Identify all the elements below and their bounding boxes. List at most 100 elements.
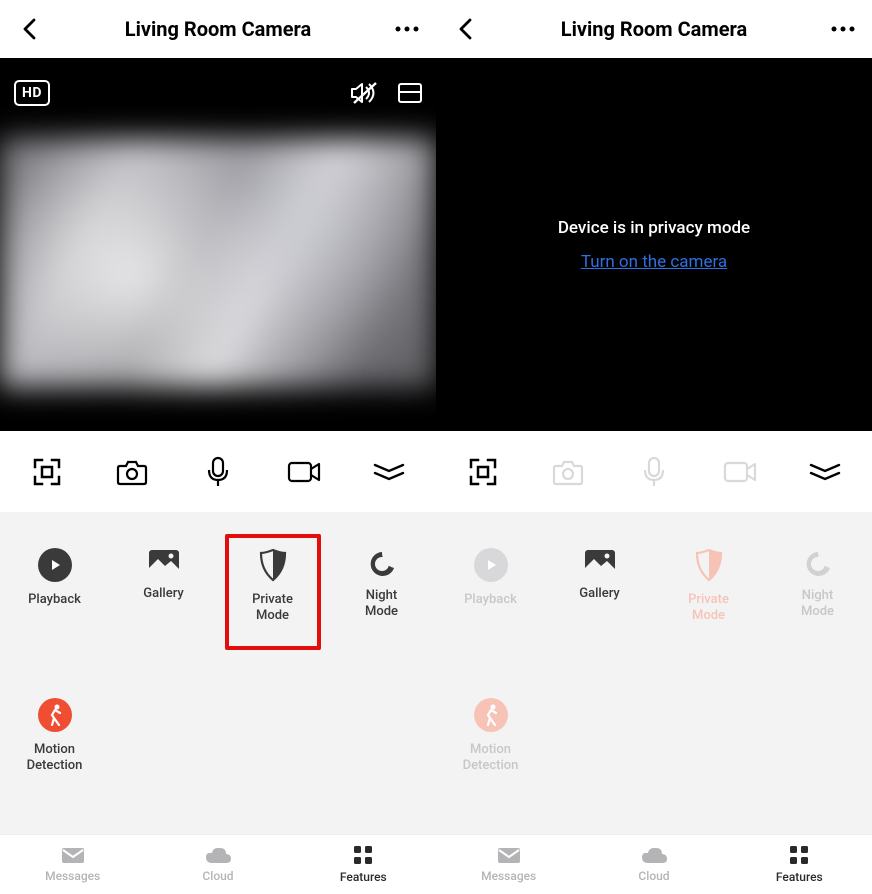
bottom-nav: Messages Cloud Features [0,834,436,894]
nav-label: Cloud [202,869,233,883]
feature-label: Gallery [143,586,184,602]
fullscreen-button[interactable] [10,457,84,487]
microphone-icon [642,456,666,488]
action-row [0,431,436,512]
record-button[interactable] [267,459,341,485]
nav-label: Features [776,870,823,884]
feature-playback[interactable]: Playback [0,534,109,684]
record-button [703,459,777,485]
nav-features[interactable]: Features [291,844,436,884]
feature-night-mode: Night Mode [763,534,872,684]
nav-label: Cloud [638,869,669,883]
chevron-double-down-icon [808,463,842,481]
turn-on-camera-link[interactable]: Turn on the camera [581,252,727,272]
feature-label: Night Mode [365,588,398,621]
header: Living Room Camera [0,0,436,58]
header: Living Room Camera [436,0,872,58]
feature-label: Private Mode [688,592,729,625]
videocam-icon [287,459,321,485]
cloud-icon [204,845,232,865]
feature-gallery[interactable]: Gallery [109,534,218,684]
hd-badge[interactable]: HD [14,80,50,106]
video-stream[interactable] [0,138,436,388]
gallery-icon [583,548,617,576]
back-button[interactable] [14,14,44,44]
fullscreen-button[interactable] [446,457,520,487]
camera-icon [116,458,148,486]
feature-night-mode[interactable]: Night Mode [327,534,436,684]
pane-left: Living Room Camera HD [0,0,436,894]
mute-button[interactable] [350,81,380,105]
nav-cloud[interactable]: Cloud [581,845,726,883]
nav-label: Messages [45,869,100,883]
feature-playback: Playback [436,534,545,684]
chevron-double-down-icon [372,463,406,481]
nav-features[interactable]: Features [727,844,872,884]
grid-icon [788,844,810,866]
feature-label: Motion Detection [27,742,83,775]
camera-icon [552,458,584,486]
more-icon [394,26,420,32]
envelope-icon [60,845,86,865]
feature-private-mode[interactable]: Private Mode [218,534,327,684]
feature-label: Night Mode [801,588,834,621]
page-title: Living Room Camera [480,17,828,41]
play-icon [484,558,498,572]
cloud-icon [640,845,668,865]
expand-button[interactable] [788,463,862,481]
snapshot-button [531,458,605,486]
more-button[interactable] [828,14,858,44]
feature-label: Playback [464,592,517,608]
fullscreen-icon [32,457,62,487]
action-row [436,431,872,512]
feature-label: Motion Detection [463,742,519,775]
back-button[interactable] [450,14,480,44]
nav-label: Messages [481,869,536,883]
video-toolbar: HD [0,58,436,128]
moon-icon [802,548,834,578]
walker-icon [482,704,500,726]
video-area: HD [0,58,436,431]
videocam-icon [723,459,757,485]
feature-gallery[interactable]: Gallery [545,534,654,684]
expand-button[interactable] [352,463,426,481]
snapshot-button[interactable] [95,458,169,486]
feature-label: Playback [28,592,81,608]
shield-icon [259,548,287,582]
feature-private-mode[interactable]: Private Mode [654,534,763,684]
shield-icon [695,548,723,582]
nav-messages[interactable]: Messages [436,845,581,883]
layout-button[interactable] [398,83,422,103]
microphone-button[interactable] [181,456,255,488]
feature-label: Private Mode [252,592,293,625]
gallery-icon [147,548,181,576]
nav-messages[interactable]: Messages [0,845,145,883]
microphone-button [617,456,691,488]
feature-motion-detection[interactable]: Motion Detection [0,684,109,834]
video-area-privacy: Device is in privacy mode Turn on the ca… [436,58,872,431]
play-icon [48,558,62,572]
nav-label: Features [340,870,387,884]
moon-icon [366,548,398,578]
chevron-left-icon [22,18,36,40]
speaker-mute-icon [350,81,380,105]
feature-label: Gallery [579,586,620,602]
pane-right: Living Room Camera Device is in privacy … [436,0,872,894]
envelope-icon [496,845,522,865]
walker-icon [46,704,64,726]
features-grid: Playback Gallery Private Mode Night Mode… [0,512,436,834]
more-icon [830,26,856,32]
chevron-left-icon [458,18,472,40]
layout-icon [398,83,422,103]
nav-cloud[interactable]: Cloud [145,845,290,883]
grid-icon [352,844,374,866]
bottom-nav: Messages Cloud Features [436,834,872,894]
microphone-icon [206,456,230,488]
features-grid: Playback Gallery Private Mode Night Mode… [436,512,872,834]
privacy-message-text: Device is in privacy mode [558,218,750,238]
fullscreen-icon [468,457,498,487]
privacy-message-block: Device is in privacy mode Turn on the ca… [436,58,872,431]
more-button[interactable] [392,14,422,44]
page-title: Living Room Camera [44,17,392,41]
feature-motion-detection: Motion Detection [436,684,545,834]
